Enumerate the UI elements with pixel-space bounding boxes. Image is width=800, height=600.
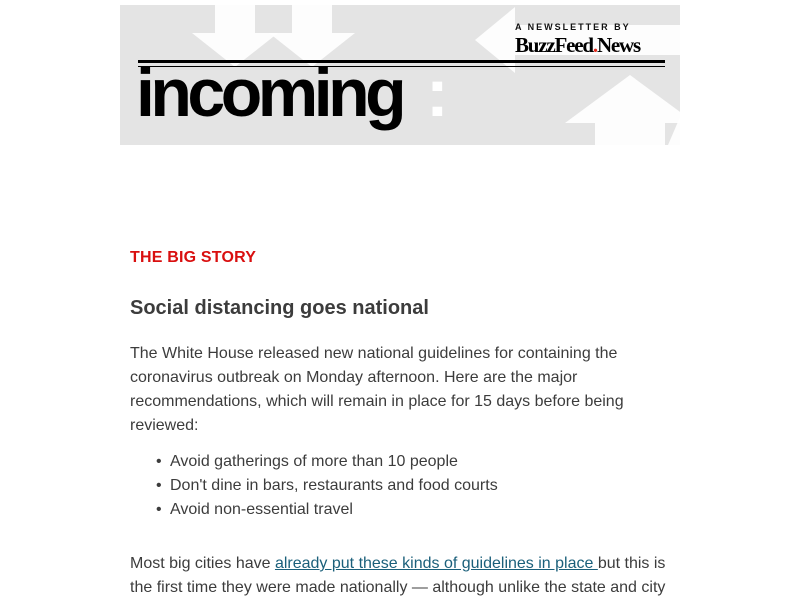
incoming-logo-colon: : [426,55,449,131]
bullet-marker: • [156,501,162,518]
list-item: • Avoid gatherings of more than 10 people [130,450,670,474]
brand-news: News [596,33,641,57]
story-intro-paragraph: The White House released new national gu… [130,345,624,434]
list-item-text: Avoid non-essential travel [170,501,353,518]
list-item: • Avoid non-essential travel [130,498,670,522]
paragraph-text-before-link: Most big cities have [130,555,275,572]
newsletter-page: A NEWSLETTER BY BuzzFeed.News incoming :… [0,0,800,600]
brand-name: BuzzFeed [515,33,594,57]
bullet-marker: • [156,453,162,470]
incoming-logo-text: incoming [136,55,407,131]
buzzfeed-news-logo[interactable]: BuzzFeed.News [515,33,641,58]
recommendations-list: • Avoid gatherings of more than 10 people… [130,450,670,522]
story-second-paragraph: Most big cities have already put these k… [130,552,670,600]
list-item: • Don't dine in bars, restaurants and foo… [130,474,670,498]
list-item-text: Avoid gatherings of more than 10 people [170,453,458,470]
list-item-text: Don't dine in bars, restaurants and food… [170,477,498,494]
section-label: THE BIG STORY [130,249,257,266]
up-arrow-shape-right [565,75,680,145]
newsletter-header-banner: A NEWSLETTER BY BuzzFeed.News incoming : [120,5,680,145]
guidelines-article-link[interactable]: already put these kinds of guidelines in… [275,555,598,572]
newsletter-byline: A NEWSLETTER BY [515,22,631,32]
bullet-marker: • [156,477,162,494]
story-headline: Social distancing goes national [130,297,429,319]
